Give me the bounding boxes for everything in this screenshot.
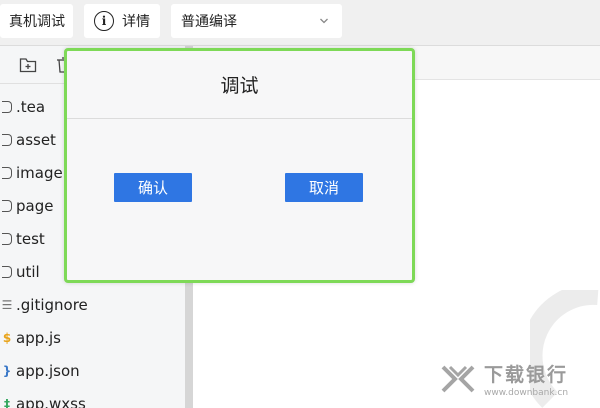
file-name: test <box>16 229 45 248</box>
file-name: app.json <box>16 361 80 380</box>
folder-icon <box>2 199 12 212</box>
chevron-down-icon <box>320 18 328 24</box>
watermark-x-icon <box>441 365 475 393</box>
details-label: 详情 <box>122 14 150 30</box>
file-name: app.wxss <box>16 394 86 408</box>
folder-icon <box>2 166 12 179</box>
file-name: image <box>16 163 63 182</box>
folder-icon <box>2 100 12 113</box>
file-name: app.js <box>16 328 61 347</box>
file-item-gitignore[interactable]: ☰ .gitignore <box>0 288 185 321</box>
debug-dialog: 调试 确认 取消 <box>64 48 415 283</box>
js-file-icon: $ <box>2 330 12 345</box>
file-item-app-js[interactable]: $ app.js <box>0 321 185 354</box>
real-device-debug-button[interactable]: 真机调试 <box>0 4 73 38</box>
file-name: asset <box>16 130 56 149</box>
cancel-label: 取消 <box>308 179 339 197</box>
real-device-debug-label: 真机调试 <box>9 14 65 30</box>
file-item-app-json[interactable]: } app.json <box>0 354 185 387</box>
new-folder-icon[interactable] <box>19 56 37 74</box>
file-name: util <box>16 262 40 281</box>
watermark-url: www.downbank.cn <box>484 388 569 398</box>
folder-icon <box>2 133 12 146</box>
dialog-title: 调试 <box>67 51 412 119</box>
file-name: .tea <box>16 97 46 116</box>
confirm-button[interactable]: 确认 <box>114 173 192 202</box>
folder-icon <box>2 232 12 245</box>
top-toolbar: 真机调试 i 详情 普通编译 <box>0 0 600 46</box>
watermark-logo: 下载银行 www.downbank.cn <box>440 360 568 398</box>
compile-mode-value: 普通编译 <box>181 14 237 30</box>
file-name: .gitignore <box>16 295 88 314</box>
confirm-label: 确认 <box>137 179 168 197</box>
info-icon: i <box>94 11 114 31</box>
compile-mode-select[interactable]: 普通编译 <box>171 4 342 38</box>
file-name: page <box>16 196 54 215</box>
json-file-icon: } <box>2 363 12 378</box>
folder-icon <box>2 265 12 278</box>
details-button[interactable]: i 详情 <box>84 4 160 38</box>
wxss-file-icon: ‡ <box>4 396 10 408</box>
cancel-button[interactable]: 取消 <box>285 173 363 202</box>
file-item-app-wxss[interactable]: ‡ app.wxss <box>0 387 185 408</box>
watermark-brand: 下载银行 <box>484 364 569 386</box>
text-file-icon: ☰ <box>1 297 13 312</box>
